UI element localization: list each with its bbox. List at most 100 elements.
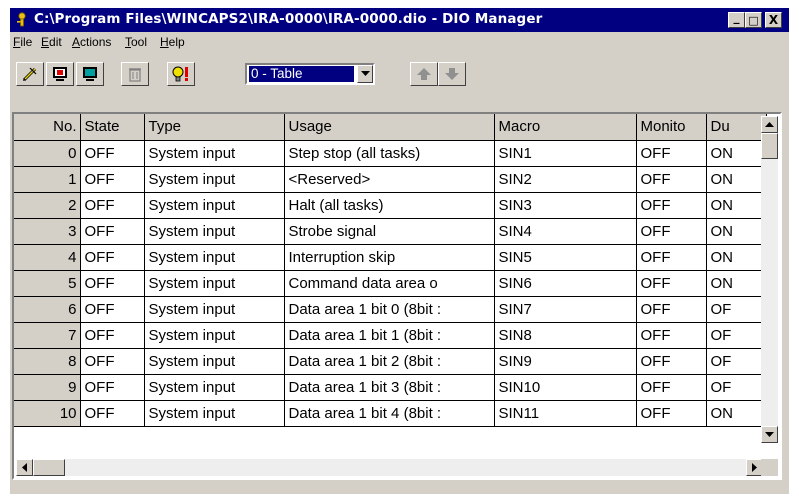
cell-usage[interactable]: Halt (all tasks) xyxy=(284,192,495,219)
minimize-button[interactable]: _ xyxy=(728,10,745,28)
table-row[interactable]: 2 OFF System input Halt (all tasks) SIN3 OFF O… xyxy=(14,192,767,219)
cell-type[interactable]: System input xyxy=(144,192,285,219)
cell-monitor[interactable]: OFF xyxy=(636,244,707,271)
cell-state[interactable]: OFF xyxy=(80,400,145,427)
cell-du[interactable]: OF xyxy=(706,296,767,323)
cell-no[interactable]: 4 xyxy=(14,244,81,271)
cell-macro[interactable]: SIN8 xyxy=(494,322,637,349)
cell-du[interactable]: OF xyxy=(706,374,767,401)
cell-du[interactable]: ON xyxy=(706,166,767,193)
cell-du[interactable]: ON xyxy=(706,140,767,167)
cell-usage[interactable]: Data area 1 bit 2 (8bit : xyxy=(284,348,495,375)
cell-usage[interactable]: Data area 1 bit 0 (8bit : xyxy=(284,296,495,323)
menu-edit[interactable]: Edit xyxy=(41,35,62,49)
table-row[interactable]: 1 OFF System input <Reserved> SIN2 OFF ON xyxy=(14,166,767,193)
cell-state[interactable]: OFF xyxy=(80,322,145,349)
cell-macro[interactable]: SIN6 xyxy=(494,270,637,297)
cell-type[interactable]: System input xyxy=(144,322,285,349)
cell-no[interactable]: 3 xyxy=(14,218,81,245)
cell-usage[interactable]: Strobe signal xyxy=(284,218,495,245)
table-row[interactable]: 4 OFF System input Interruption skip SIN5 OFF… xyxy=(14,244,767,271)
table-row[interactable]: 10 OFF System input Data area 1 bit 4 (8bit… xyxy=(14,400,767,427)
horizontal-scrollbar[interactable] xyxy=(16,459,763,476)
col-header-usage[interactable]: Usage xyxy=(284,114,495,141)
maximize-button[interactable]: □ xyxy=(745,12,762,28)
cell-monitor[interactable]: OFF xyxy=(636,166,707,193)
close-button[interactable]: X xyxy=(765,12,782,28)
cell-state[interactable]: OFF xyxy=(80,374,145,401)
cell-state[interactable]: OFF xyxy=(80,270,145,297)
cell-usage[interactable]: Interruption skip xyxy=(284,244,495,271)
cell-usage[interactable]: Data area 1 bit 3 (8bit : xyxy=(284,374,495,401)
menu-help[interactable]: Help xyxy=(160,35,185,49)
cell-du[interactable]: OF xyxy=(706,322,767,349)
scroll-down-button[interactable] xyxy=(761,426,778,443)
table-row[interactable]: 0 OFF System input Step stop (all tasks) SIN… xyxy=(14,140,767,167)
cell-macro[interactable]: SIN5 xyxy=(494,244,637,271)
cell-du[interactable]: ON xyxy=(706,218,767,245)
scroll-up-button[interactable] xyxy=(761,116,778,133)
cell-state[interactable]: OFF xyxy=(80,166,145,193)
cell-monitor[interactable]: OFF xyxy=(636,218,707,245)
cell-usage[interactable]: Step stop (all tasks) xyxy=(284,140,495,167)
cell-monitor[interactable]: OFF xyxy=(636,400,707,427)
cell-macro[interactable]: SIN3 xyxy=(494,192,637,219)
col-header-monitor[interactable]: Monito xyxy=(636,114,707,141)
move-up-button[interactable] xyxy=(410,62,438,86)
cell-macro[interactable]: SIN11 xyxy=(494,400,637,427)
cell-monitor[interactable]: OFF xyxy=(636,192,707,219)
cell-type[interactable]: System input xyxy=(144,270,285,297)
cell-type[interactable]: System input xyxy=(144,140,285,167)
cell-no[interactable]: 8 xyxy=(14,348,81,375)
cell-usage[interactable]: Data area 1 bit 1 (8bit : xyxy=(284,322,495,349)
cell-type[interactable]: System input xyxy=(144,166,285,193)
cell-no[interactable]: 2 xyxy=(14,192,81,219)
scroll-left-button[interactable] xyxy=(16,459,33,476)
cell-type[interactable]: System input xyxy=(144,244,285,271)
move-down-button[interactable] xyxy=(438,62,466,86)
col-header-macro[interactable]: Macro xyxy=(494,114,637,141)
table-row[interactable]: 8 OFF System input Data area 1 bit 2 (8bit … xyxy=(14,348,767,375)
cell-macro[interactable]: SIN1 xyxy=(494,140,637,167)
cell-usage[interactable]: <Reserved> xyxy=(284,166,495,193)
col-header-no[interactable]: No. xyxy=(14,114,81,141)
cell-macro[interactable]: SIN4 xyxy=(494,218,637,245)
cell-macro[interactable]: SIN2 xyxy=(494,166,637,193)
cell-type[interactable]: System input xyxy=(144,218,285,245)
table-row[interactable]: 9 OFF System input Data area 1 bit 3 (8bit … xyxy=(14,374,767,401)
menu-file[interactable]: File xyxy=(13,35,32,49)
menu-tool[interactable]: Tool xyxy=(125,35,147,49)
cell-macro[interactable]: SIN7 xyxy=(494,296,637,323)
horizontal-scroll-thumb[interactable] xyxy=(33,459,65,476)
cell-monitor[interactable]: OFF xyxy=(636,348,707,375)
cell-state[interactable]: OFF xyxy=(80,296,145,323)
cell-du[interactable]: ON xyxy=(706,400,767,427)
cell-type[interactable]: System input xyxy=(144,296,285,323)
cell-no[interactable]: 10 xyxy=(14,400,81,427)
col-header-type[interactable]: Type xyxy=(144,114,285,141)
cell-monitor[interactable]: OFF xyxy=(636,140,707,167)
table-row[interactable]: 6 OFF System input Data area 1 bit 0 (8bit … xyxy=(14,296,767,323)
cell-usage[interactable]: Command data area o xyxy=(284,270,495,297)
cell-no[interactable]: 1 xyxy=(14,166,81,193)
cell-type[interactable]: System input xyxy=(144,374,285,401)
cell-state[interactable]: OFF xyxy=(80,192,145,219)
cell-no[interactable]: 6 xyxy=(14,296,81,323)
cell-no[interactable]: 7 xyxy=(14,322,81,349)
cell-du[interactable]: ON xyxy=(706,244,767,271)
vertical-scrollbar[interactable] xyxy=(761,116,778,443)
cell-usage[interactable]: Data area 1 bit 4 (8bit : xyxy=(284,400,495,427)
cell-state[interactable]: OFF xyxy=(80,348,145,375)
col-header-du[interactable]: Du xyxy=(706,114,767,141)
edit-pencil-button[interactable] xyxy=(16,62,44,86)
cell-monitor[interactable]: OFF xyxy=(636,374,707,401)
cell-monitor[interactable]: OFF xyxy=(636,296,707,323)
cell-macro[interactable]: SIN10 xyxy=(494,374,637,401)
cell-state[interactable]: OFF xyxy=(80,218,145,245)
bulb-warning-button[interactable] xyxy=(167,62,195,86)
vertical-scroll-thumb[interactable] xyxy=(761,133,778,159)
cell-no[interactable]: 5 xyxy=(14,270,81,297)
monitor-red-button[interactable] xyxy=(46,62,74,86)
table-select[interactable]: 0 - Table xyxy=(245,63,375,85)
cell-du[interactable]: OF xyxy=(706,348,767,375)
